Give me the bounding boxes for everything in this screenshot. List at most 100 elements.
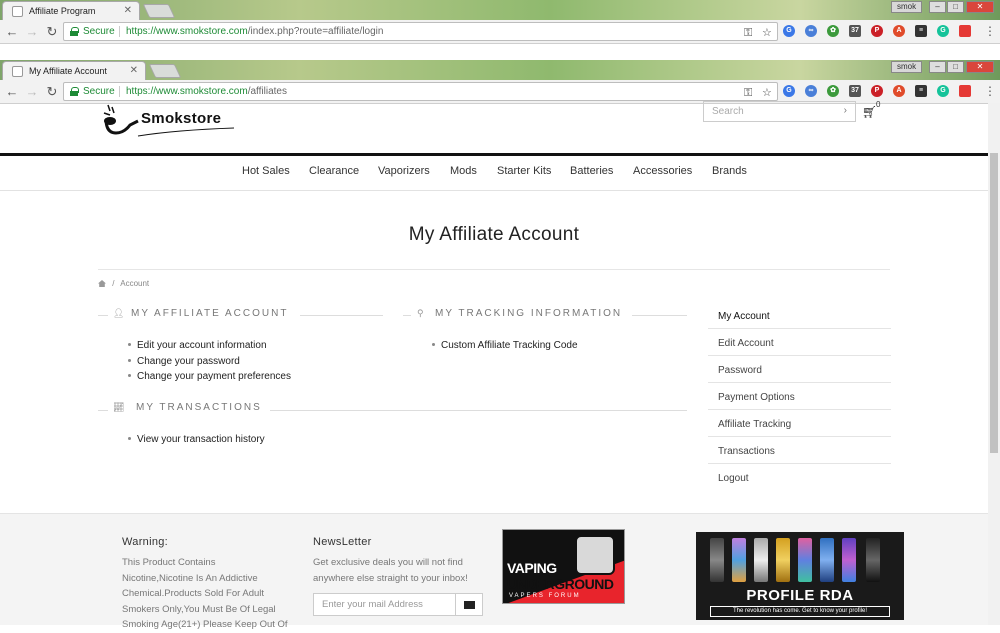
back-tab-strip: Affiliate Program ✕ smok – □ ✕ [0, 0, 1000, 20]
reload-icon[interactable]: ↻ [45, 24, 59, 40]
map-marker-icon: ⚲ [417, 308, 424, 318]
forward-arrow-icon[interactable]: → [25, 24, 39, 39]
sidebar-item-edit-account[interactable]: Edit Account [708, 329, 891, 356]
page-favicon-icon [12, 6, 23, 17]
leaf-icon[interactable]: ✿ [827, 25, 839, 37]
new-tab-button[interactable] [142, 4, 176, 18]
newsletter-text: Get exclusive deals you will not find an… [313, 557, 468, 584]
nav-clearance[interactable]: Clearance [309, 165, 359, 177]
edit-account-link[interactable]: Edit your account information [128, 340, 291, 356]
affiliate-section-heading: MY AFFILIATE ACCOUNT [131, 308, 289, 319]
logo-swoosh-icon [137, 127, 235, 137]
nav-vaporizers[interactable]: Vaporizers [378, 165, 430, 177]
page-title: My Affiliate Account [408, 224, 580, 245]
nav-batteries[interactable]: Batteries [570, 165, 613, 177]
back-arrow-icon[interactable]: ← [5, 24, 19, 39]
adblock-icon[interactable]: A [893, 25, 905, 37]
grammarly-icon[interactable]: G [937, 25, 949, 37]
chrome-menu-icon[interactable]: ⋮ [984, 24, 996, 38]
grammarly-icon[interactable]: G [937, 85, 949, 97]
nav-mods[interactable]: Mods [450, 165, 477, 177]
translate-icon[interactable]: G [783, 25, 795, 37]
search-submit-icon[interactable]: › [844, 105, 847, 116]
star-icon[interactable]: ☆ [762, 25, 772, 42]
nav-hot-sales[interactable]: Hot Sales [242, 165, 290, 177]
pinterest-icon[interactable]: P [871, 85, 883, 97]
search-input[interactable]: Search › [703, 101, 856, 122]
chrome-menu-icon[interactable]: ⋮ [984, 84, 996, 98]
lock-icon [70, 87, 79, 96]
key-icon[interactable]: ⚿ [744, 85, 752, 102]
account-sidebar: My Account Edit Account Password Payment… [708, 302, 891, 491]
sidebar-item-affiliate-tracking[interactable]: Affiliate Tracking [708, 410, 891, 437]
pinterest-icon[interactable]: P [871, 25, 883, 37]
badge-37-icon[interactable]: 37 [849, 85, 861, 97]
transactions-links: View your transaction history [128, 434, 265, 450]
reload-icon[interactable]: ↻ [45, 84, 59, 100]
newsletter-heading: NewsLetter [313, 536, 372, 548]
sidebar-item-logout[interactable]: Logout [708, 464, 891, 491]
sidebar-item-my-account[interactable]: My Account [708, 302, 891, 329]
home-icon[interactable] [98, 280, 106, 287]
link-icon[interactable]: ∞ [805, 25, 817, 37]
leaf-icon[interactable]: ✿ [827, 85, 839, 97]
back-toolbar: ← → ↻ Secure https://www.smokstore.com/i… [0, 20, 1000, 44]
sidebar-item-transactions[interactable]: Transactions [708, 437, 891, 464]
nav-starter-kits[interactable]: Starter Kits [497, 165, 551, 177]
transaction-history-link[interactable]: View your transaction history [128, 434, 265, 450]
maximize-button[interactable]: □ [947, 61, 964, 73]
payment-preferences-link[interactable]: Change your payment preferences [128, 371, 291, 387]
badge-37-icon[interactable]: 37 [849, 25, 861, 37]
close-tab-icon[interactable]: ✕ [130, 65, 138, 76]
change-password-link[interactable]: Change your password [128, 356, 291, 372]
adblock-icon[interactable]: A [893, 85, 905, 97]
key-icon[interactable]: ⚿ [744, 25, 752, 42]
affiliate-links: Edit your account information Change you… [128, 340, 291, 387]
new-tab-button[interactable] [148, 64, 182, 78]
front-tab-strip: My Affiliate Account ✕ smok – □ ✕ [0, 60, 1000, 80]
red-square-icon[interactable] [959, 25, 971, 37]
close-window-button[interactable]: ✕ [966, 1, 994, 13]
newsletter-email-input[interactable]: Enter your mail Address [313, 593, 456, 616]
back-tab[interactable]: Affiliate Program ✕ [2, 1, 140, 20]
sidebar-item-payment-options[interactable]: Payment Options [708, 383, 891, 410]
nav-brands[interactable]: Brands [712, 165, 747, 177]
scrollbar-thumb[interactable] [990, 153, 998, 453]
secure-label: Secure [83, 26, 115, 37]
logo-text[interactable]: Smokstore [141, 110, 221, 127]
profile-button[interactable]: smok [891, 61, 923, 73]
cart-count: 0 [876, 100, 881, 109]
close-tab-icon[interactable]: ✕ [124, 5, 132, 16]
red-square-icon[interactable] [959, 85, 971, 97]
front-tab-title: My Affiliate Account [29, 66, 107, 76]
pipe-logo-icon[interactable] [100, 103, 140, 139]
forward-arrow-icon[interactable]: → [25, 84, 39, 99]
star-icon[interactable]: ☆ [762, 85, 772, 102]
breadcrumb-account[interactable]: Account [120, 279, 149, 288]
link-icon[interactable]: ∞ [805, 85, 817, 97]
close-window-button[interactable]: ✕ [966, 61, 994, 73]
back-address-bar[interactable]: Secure https://www.smokstore.com/index.p… [63, 22, 778, 41]
minimize-button[interactable]: – [929, 61, 946, 73]
front-tab[interactable]: My Affiliate Account ✕ [2, 61, 146, 80]
maximize-button[interactable]: □ [947, 1, 964, 13]
profile-rda-banner[interactable]: PROFILE RDA The revolution has come. Get… [696, 532, 904, 620]
secure-label: Secure [83, 86, 115, 97]
minimize-button[interactable]: – [929, 1, 946, 13]
lock-icon [70, 27, 79, 36]
layers-icon[interactable]: ≡ [915, 85, 927, 97]
back-tab-title: Affiliate Program [29, 6, 96, 16]
back-arrow-icon[interactable]: ← [5, 84, 19, 99]
newsletter-submit-envelope-icon[interactable] [456, 593, 483, 616]
nav-accessories[interactable]: Accessories [633, 165, 692, 177]
tracking-code-link[interactable]: Custom Affiliate Tracking Code [432, 340, 578, 356]
layers-icon[interactable]: ≡ [915, 25, 927, 37]
translate-icon[interactable]: G [783, 85, 795, 97]
profile-button[interactable]: smok [891, 1, 923, 13]
warning-heading: Warning: [122, 536, 169, 548]
front-address-bar[interactable]: Secure https://www.smokstore.com/affilia… [63, 82, 778, 101]
sidebar-item-password[interactable]: Password [708, 356, 891, 383]
cart-icon[interactable]: 🛒︎ [862, 105, 877, 119]
vaping-underground-banner[interactable]: VAPING UNDERGROUND VAPERS FORUM [502, 529, 625, 604]
tracking-links: Custom Affiliate Tracking Code [432, 340, 578, 356]
